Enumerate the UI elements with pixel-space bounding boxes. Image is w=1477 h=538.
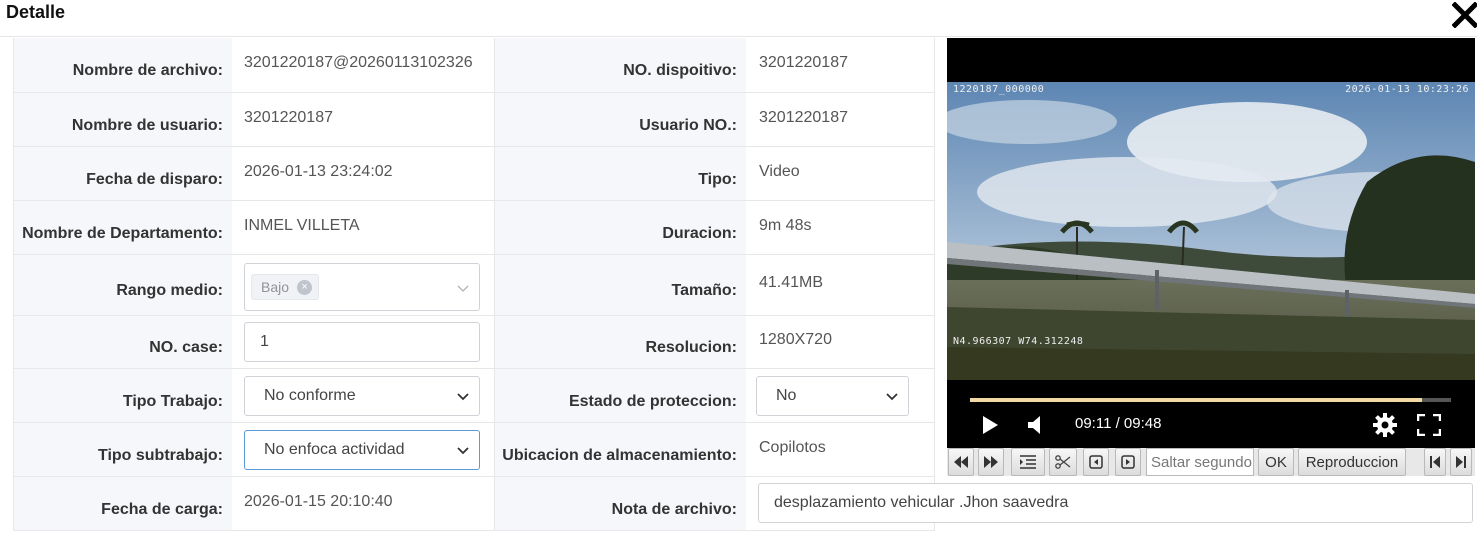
- osd-gps: N4.966307 W74.312248: [953, 336, 1084, 347]
- frame-back-icon[interactable]: [1083, 448, 1109, 476]
- file-note-value: desplazamiento vehicular .Jhon saavedra: [774, 494, 1069, 511]
- work-type-select[interactable]: No conforme: [244, 375, 480, 416]
- work-type-value: No conforme: [264, 386, 356, 404]
- trigger-date-label: Fecha de disparo:: [86, 170, 223, 188]
- department-value: INMEL VILLETA: [244, 216, 360, 234]
- osd-timestamp: 2026-01-13 10:23:26: [1345, 84, 1469, 95]
- player-toolbar: Saltar segundo OK Reproduccion: [947, 448, 1475, 476]
- type-label: Tipo:: [698, 170, 737, 188]
- storage-label: Ubicacion de almacenamiento:: [502, 446, 737, 464]
- form-row-department: Nombre de Departamento: INMEL VILLETA Du…: [14, 201, 934, 255]
- protection-select[interactable]: No: [756, 375, 909, 416]
- fast-forward-icon[interactable]: [978, 448, 1004, 476]
- case-input[interactable]: 1: [244, 322, 480, 362]
- title-divider: [0, 36, 1477, 37]
- department-label: Nombre de Departamento:: [22, 224, 223, 242]
- chevron-down-icon: [457, 285, 469, 292]
- trigger-date-value: 2026-01-13 23:24:02: [244, 162, 393, 180]
- username-label: Nombre de usuario:: [71, 116, 223, 134]
- range-tag-label: Bajo: [261, 279, 290, 295]
- form-row-range: Rango medio: Bajo × Tamaño: 41.41MB: [14, 255, 934, 316]
- upload-date-label: Fecha de carga:: [101, 500, 223, 518]
- subwork-type-select[interactable]: No enfoca actividad: [244, 429, 480, 470]
- skip-end-icon[interactable]: [1450, 448, 1472, 476]
- protection-value: No: [776, 386, 797, 404]
- duration-value: 9m 48s: [759, 216, 812, 234]
- case-input-value: 1: [260, 333, 269, 350]
- filename-label: Nombre de archivo:: [72, 62, 223, 79]
- range-label: Rango medio:: [116, 282, 223, 299]
- time-display: 09:11 / 09:48: [1075, 415, 1162, 432]
- storage-value: Copilotos: [759, 438, 826, 456]
- subwork-type-label: Tipo subtrabajo:: [97, 446, 223, 464]
- case-label: NO. case:: [149, 339, 223, 356]
- seek-seconds-input[interactable]: Saltar segundo: [1146, 448, 1254, 476]
- protection-label: Estado de proteccion:: [568, 392, 737, 410]
- file-note-label: Nota de archivo:: [611, 500, 737, 518]
- tag-remove-icon[interactable]: ×: [297, 279, 313, 295]
- progress-bar[interactable]: [970, 398, 1451, 402]
- video-player[interactable]: 1220187_000000 2026-01-13 10:23:26 N4.96…: [947, 38, 1475, 448]
- frame-forward-icon[interactable]: [1115, 448, 1141, 476]
- device-no-value: 3201220187: [759, 54, 848, 71]
- play-icon[interactable]: [981, 415, 999, 435]
- user-no-value: 3201220187: [759, 108, 848, 126]
- username-value: 3201220187: [244, 108, 333, 126]
- form-row-filename: Nombre de archivo: 3201220187@2026011310…: [14, 38, 934, 93]
- type-value: Video: [759, 162, 800, 180]
- form-row-case: NO. case: 1 Resolucion: 1280X720: [14, 316, 934, 369]
- form-row-trigger-date: Fecha de disparo: 2026-01-13 23:24:02 Ti…: [14, 147, 934, 201]
- settings-gear-icon[interactable]: [1373, 413, 1397, 437]
- resolution-value: 1280X720: [759, 331, 832, 348]
- close-icon[interactable]: [1451, 1, 1477, 29]
- osd-id: 1220187_000000: [953, 84, 1045, 95]
- resolution-label: Resolucion:: [645, 339, 737, 356]
- volume-icon[interactable]: [1027, 415, 1045, 435]
- video-frame[interactable]: 1220187_000000 2026-01-13 10:23:26 N4.96…: [947, 82, 1475, 380]
- ok-button[interactable]: OK: [1258, 448, 1294, 476]
- work-type-label: Tipo Trabajo:: [122, 392, 223, 410]
- size-value: 41.41MB: [759, 274, 824, 291]
- range-tag: Bajo ×: [251, 274, 320, 300]
- duration-label: Duracion:: [662, 224, 737, 242]
- device-no-label: NO. dispoitivo:: [623, 62, 737, 79]
- filename-value: 3201220187@20260113102326: [244, 54, 473, 71]
- rewind-icon[interactable]: [948, 448, 974, 476]
- range-multiselect[interactable]: Bajo ×: [244, 263, 480, 311]
- skip-start-icon[interactable]: [1424, 448, 1446, 476]
- size-label: Tamaño:: [671, 282, 737, 299]
- list-indent-icon[interactable]: [1011, 448, 1045, 476]
- detail-form: Nombre de archivo: 3201220187@2026011310…: [13, 38, 935, 531]
- chevron-down-icon: [886, 392, 898, 400]
- dialog-title: Detalle: [6, 2, 66, 22]
- upload-date-value: 2026-01-15 20:10:40: [244, 492, 393, 510]
- scissors-icon[interactable]: [1049, 448, 1077, 476]
- form-row-username: Nombre de usuario: 3201220187 Usuario NO…: [14, 93, 934, 147]
- playback-button[interactable]: Reproduccion: [1298, 448, 1406, 476]
- form-row-work-type: Tipo Trabajo: No conforme Estado de prot…: [14, 369, 934, 423]
- chevron-down-icon: [457, 392, 469, 400]
- subwork-type-value: No enfoca actividad: [264, 440, 405, 458]
- file-note-input[interactable]: desplazamiento vehicular .Jhon saavedra: [758, 483, 1473, 523]
- form-row-subwork-type: Tipo subtrabajo: No enfoca actividad Ubi…: [14, 423, 934, 477]
- fullscreen-icon[interactable]: [1417, 414, 1441, 436]
- user-no-label: Usuario NO.:: [639, 116, 737, 134]
- chevron-down-icon: [457, 446, 469, 454]
- progress-fill: [970, 398, 1422, 402]
